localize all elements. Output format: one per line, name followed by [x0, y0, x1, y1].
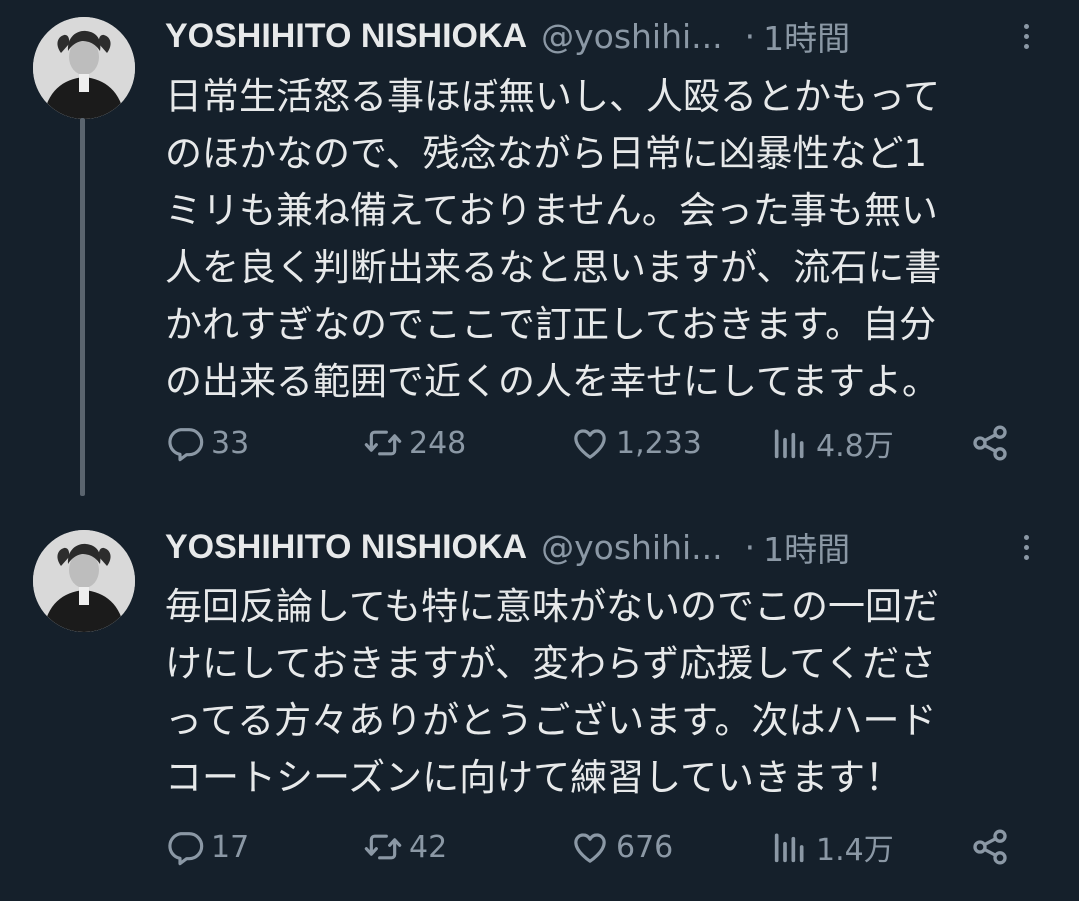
- avatar-photo: [33, 530, 135, 632]
- avatar[interactable]: [33, 530, 135, 632]
- author-name[interactable]: YOSHIHITO NISHIOKA: [165, 17, 527, 56]
- separator-dot: ·: [744, 16, 756, 56]
- author-handle[interactable]: @yoshihi...: [541, 17, 723, 56]
- author-name[interactable]: YOSHIHITO NISHIOKA: [165, 528, 527, 567]
- like-button[interactable]: 1,233: [570, 418, 702, 468]
- share-icon: [973, 829, 1007, 865]
- heart-icon: [574, 833, 606, 863]
- more-icon[interactable]: [1015, 525, 1037, 569]
- view-count: 1.4万: [816, 833, 894, 868]
- view-count: 4.8万: [816, 429, 894, 464]
- views-icon: [774, 833, 804, 863]
- retweet-count: 42: [409, 829, 448, 865]
- retweet-count: 248: [409, 425, 467, 461]
- reply-icon: [168, 832, 204, 866]
- tweet[interactable]: YOSHIHITO NISHIOKA @yoshihi... · 1時間 日常生…: [0, 0, 1079, 515]
- retweet-icon: [364, 430, 402, 456]
- author-handle[interactable]: @yoshihi...: [541, 528, 723, 567]
- timestamp[interactable]: 1時間: [763, 523, 850, 571]
- like-button[interactable]: 676: [570, 822, 673, 872]
- share-button[interactable]: [970, 822, 1010, 872]
- heart-icon: [574, 429, 606, 459]
- tweet[interactable]: YOSHIHITO NISHIOKA @yoshihi... · 1時間 毎回反…: [0, 515, 1079, 901]
- reply-button[interactable]: 17: [165, 822, 249, 872]
- retweet-button[interactable]: 248: [363, 418, 466, 468]
- views-icon: [774, 429, 804, 459]
- tweet-actions: 17 42 676 1.4万: [165, 822, 1025, 872]
- tweet-header: YOSHIHITO NISHIOKA @yoshihi... · 1時間: [165, 12, 850, 60]
- avatar-photo: [33, 17, 135, 119]
- like-count: 676: [616, 829, 674, 865]
- thread-connector: [80, 118, 85, 496]
- reply-button[interactable]: 33: [165, 418, 249, 468]
- reply-count: 33: [211, 425, 250, 461]
- reply-icon: [168, 428, 204, 462]
- avatar[interactable]: [33, 17, 135, 119]
- tweet-text: 日常生活怒る事ほぼ無いし、人殴るとかもって のほかなので、残念ながら日常に凶暴性…: [165, 75, 942, 403]
- share-icon: [973, 425, 1007, 461]
- views-button[interactable]: 1.4万: [770, 822, 894, 872]
- tweet-header: YOSHIHITO NISHIOKA @yoshihi... · 1時間: [165, 523, 850, 571]
- share-button[interactable]: [970, 418, 1010, 468]
- retweet-icon: [364, 834, 402, 860]
- like-count: 1,233: [616, 425, 702, 461]
- views-button[interactable]: 4.8万: [770, 418, 894, 468]
- more-icon[interactable]: [1015, 14, 1037, 58]
- tweet-actions: 33 248 1,233 4.8万: [165, 418, 1025, 468]
- timestamp[interactable]: 1時間: [763, 12, 850, 60]
- retweet-button[interactable]: 42: [363, 822, 447, 872]
- tweet-text: 毎回反論しても特に意味がないのでこの一回だ けにしておきますが、変わらず応援して…: [165, 585, 940, 799]
- separator-dot: ·: [744, 527, 756, 567]
- reply-count: 17: [211, 829, 250, 865]
